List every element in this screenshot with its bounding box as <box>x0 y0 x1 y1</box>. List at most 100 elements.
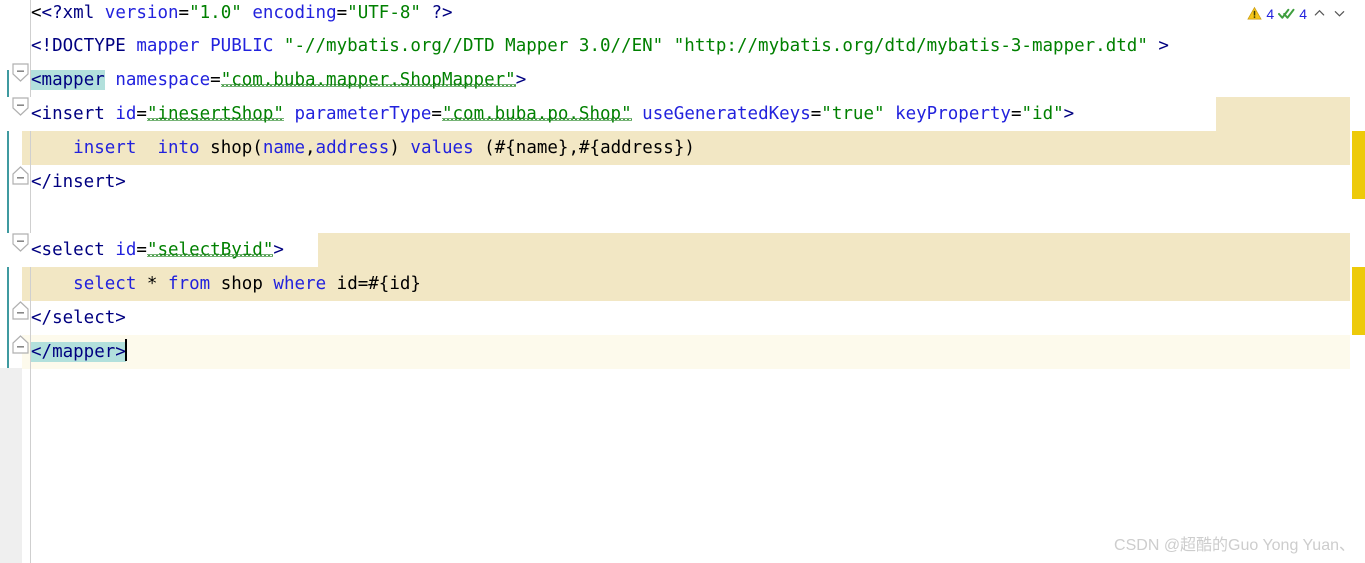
token-doctype-name: mapper <box>136 36 200 56</box>
code-line[interactable]: <select id="selectByid"> <box>0 233 284 267</box>
token-attr-version: version <box>104 3 179 23</box>
code-content[interactable]: <<?xml version="1.0" encoding="UTF-8" ?>… <box>0 0 1365 563</box>
token-attr-parametertype: parameterType <box>294 104 432 124</box>
token-val-namespace: "com.buba.mapper.ShopMapper" <box>220 70 516 90</box>
token-punct: < <box>31 240 42 260</box>
token-tag-insert-close: </insert> <box>31 172 126 192</box>
token-doctype-close: > <box>1158 36 1169 56</box>
token-punct: < <box>31 3 42 23</box>
token-val-id: "inesertShop" <box>146 104 284 124</box>
code-editor[interactable]: <<?xml version="1.0" encoding="UTF-8" ?>… <box>0 0 1365 563</box>
token-attr-keyproperty: keyProperty <box>895 104 1011 124</box>
token-val-keyproperty: "id" <box>1021 104 1064 124</box>
token-gt: > <box>273 240 284 260</box>
fold-marker-select-close[interactable] <box>12 301 29 320</box>
token-gt: > <box>515 70 527 90</box>
token-tag-mapper: mapper <box>41 70 105 90</box>
code-line[interactable]: <mapper namespace="com.buba.mapper.ShopM… <box>0 63 526 97</box>
token-xml-decl: <?xml <box>41 3 95 23</box>
code-line[interactable]: select * from shop where id=#{id} <box>0 267 421 301</box>
inspection-status-widget[interactable]: 4 4 <box>1247 0 1351 27</box>
token-tag-select: select <box>41 240 105 260</box>
token-sql-params: (#{name},#{address}) <box>484 138 695 158</box>
fold-marker-mapper-close[interactable] <box>12 335 29 354</box>
token-eq: = <box>136 240 147 260</box>
fold-marker-mapper-open[interactable] <box>12 63 29 82</box>
token-doctype-system-id: "http://mybatis.org/dtd/mybatis-3-mapper… <box>673 36 1148 56</box>
token-sql-into: into <box>157 138 200 158</box>
chevron-down-icon[interactable] <box>1331 6 1347 22</box>
token-attr-id: id <box>115 104 137 124</box>
token-sql-star: * <box>146 274 158 294</box>
token-sql-where: where <box>273 274 327 294</box>
token-val-parametertype: "com.buba.po.Shop" <box>441 104 632 124</box>
token-doctype-kw: <!DOCTYPE <box>31 36 126 56</box>
token-eq: = <box>210 70 221 90</box>
chevron-up-icon[interactable] <box>1311 6 1327 22</box>
token-tag-insert: insert <box>41 104 105 124</box>
token-eq: = <box>1010 104 1022 124</box>
token-val-encoding: "UTF-8" <box>347 3 421 23</box>
token-doctype-public: PUBLIC <box>210 36 274 56</box>
code-line[interactable]: <insert id="inesertShop" parameterType="… <box>0 97 1075 131</box>
token-val-usegeneratedkeys: "true" <box>821 104 885 124</box>
csdn-watermark: CSDN @超酷的Guo Yong Yuan、 <box>1114 537 1355 554</box>
token-attr-usegeneratedkeys: useGeneratedKeys <box>642 104 811 124</box>
matching-tag-highlight-open: <mapper <box>31 70 105 90</box>
token-punct: < <box>31 104 42 124</box>
token-xml-decl-close: ?> <box>431 3 453 23</box>
token-attr-namespace: namespace <box>115 70 211 90</box>
token-tag-select-close: </select> <box>31 308 126 328</box>
token-eq: = <box>136 104 147 124</box>
token-sql-col-address: address <box>315 138 390 158</box>
warning-triangle-icon <box>1247 6 1263 21</box>
fold-marker-insert-open[interactable] <box>12 97 29 116</box>
inspection-scrollbar[interactable] <box>1352 0 1365 563</box>
token-sql-select: select <box>73 274 137 294</box>
token-val-version: "1.0" <box>189 3 242 23</box>
token-attr-encoding: encoding <box>252 3 337 23</box>
token-eq: = <box>431 104 442 124</box>
token-sql-insert: insert <box>73 138 137 158</box>
scrollbar-marker-warning[interactable] <box>1352 131 1365 199</box>
token-sql-values: values <box>410 138 474 158</box>
matching-tag-highlight-close: </mapper> <box>31 342 126 362</box>
scrollbar-marker-warning[interactable] <box>1352 267 1365 335</box>
token-tag-mapper-close-name: mapper <box>52 342 116 362</box>
token-sql-condition: id=#{id} <box>336 274 421 294</box>
token-eq: = <box>178 3 190 23</box>
warning-count: 4 <box>1266 5 1275 22</box>
token-attr-id: id <box>115 240 137 260</box>
token-eq: = <box>336 3 348 23</box>
code-line[interactable]: insert into shop(name,address) values (#… <box>0 131 695 165</box>
fold-marker-select-open[interactable] <box>12 233 29 252</box>
typo-count: 4 <box>1299 5 1307 22</box>
fold-marker-insert-close[interactable] <box>12 166 29 185</box>
token-punct: < <box>31 70 42 90</box>
code-line[interactable]: <<?xml version="1.0" encoding="UTF-8" ?> <box>0 0 453 30</box>
token-gt: > <box>1063 104 1075 124</box>
code-line[interactable]: <!DOCTYPE mapper PUBLIC "-//mybatis.org/… <box>0 29 1169 63</box>
